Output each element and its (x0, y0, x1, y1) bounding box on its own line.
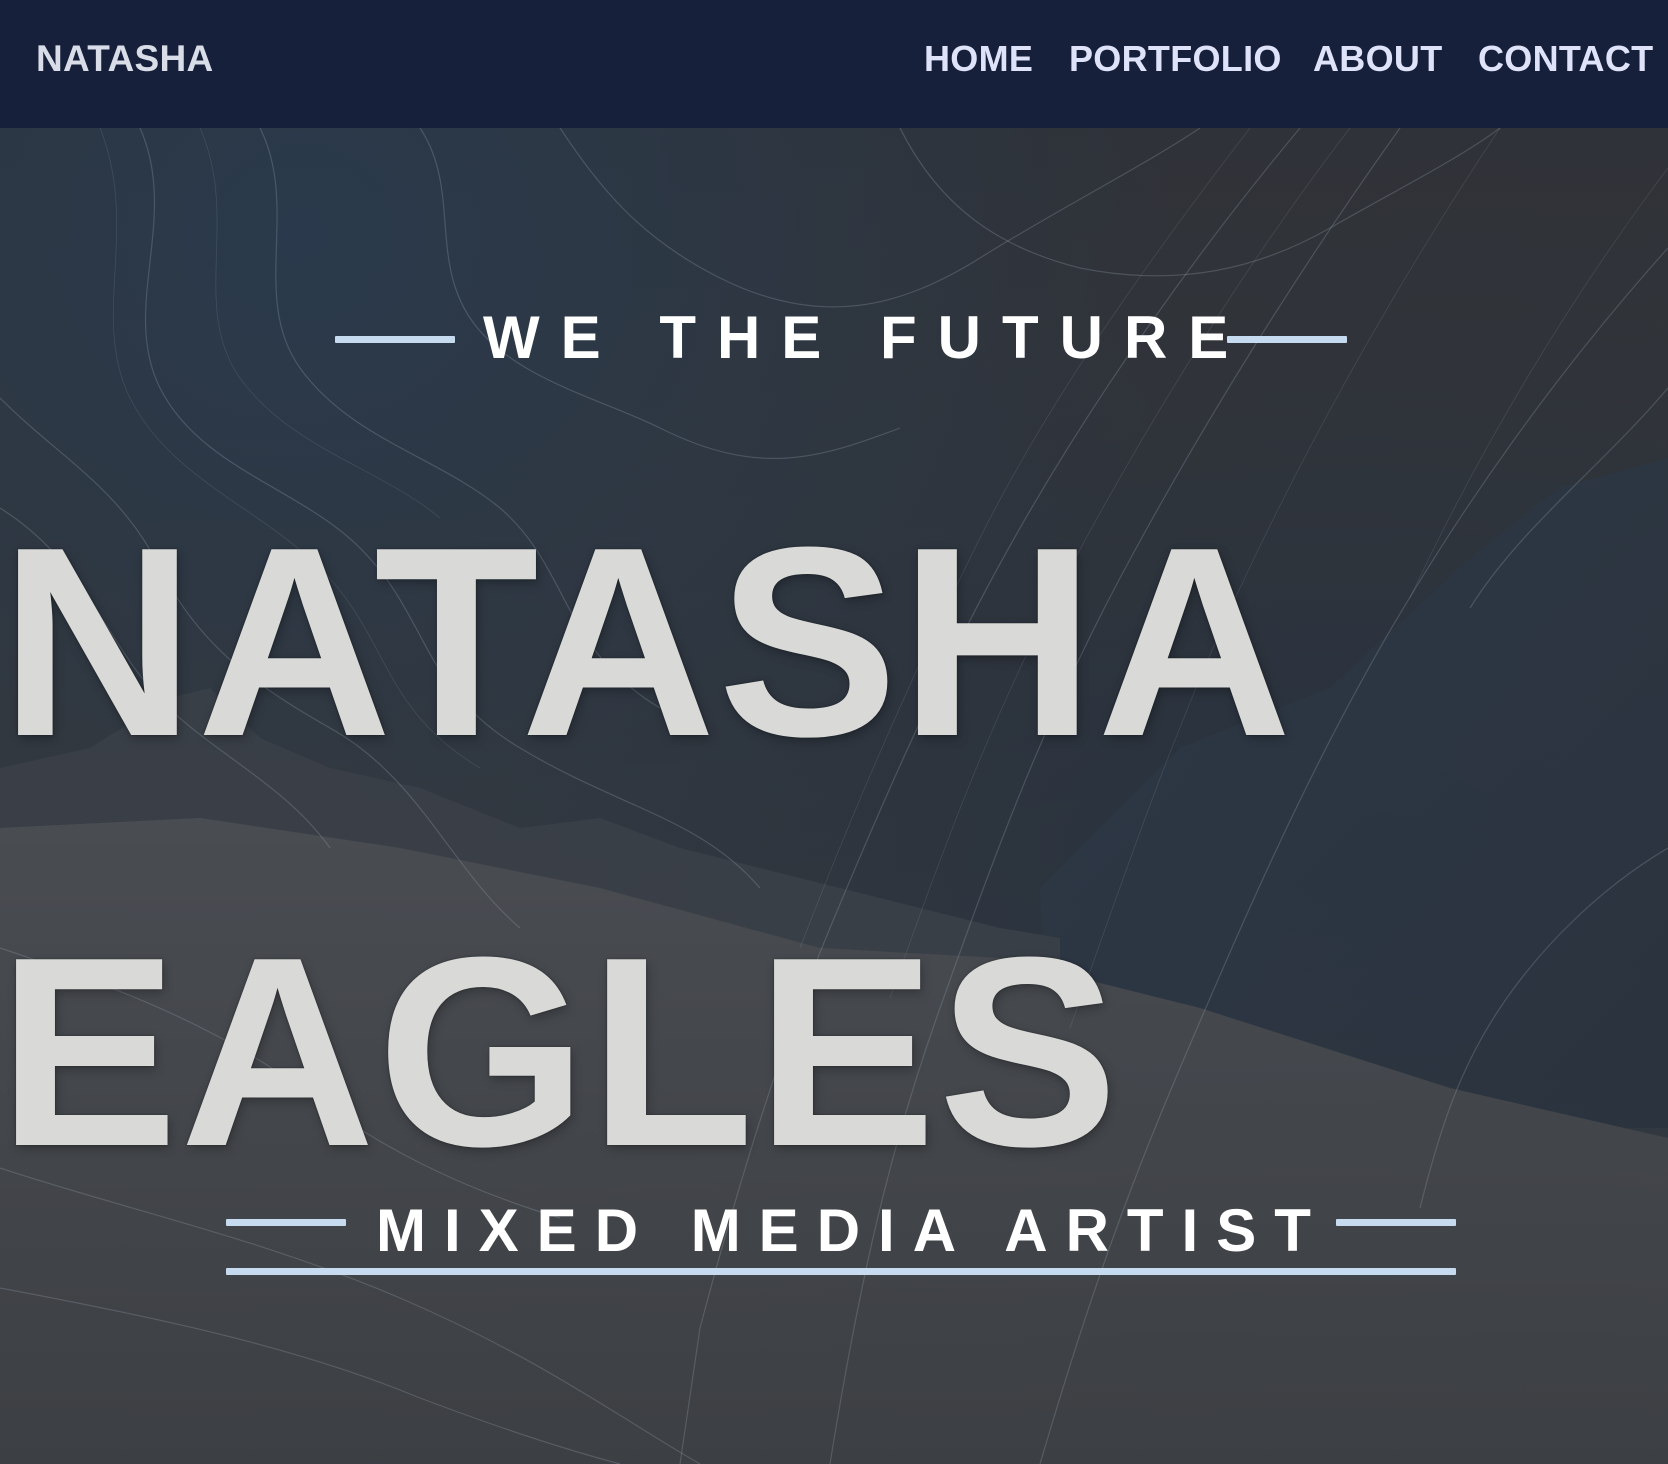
subtitle-underline (226, 1268, 1456, 1275)
tagline: WE THE FUTURE (483, 304, 1250, 371)
subtitle: MIXED MEDIA ARTIST (376, 1197, 1329, 1264)
hero-name-first: NATASHA (0, 492, 1294, 793)
nav-link-portfolio[interactable]: PORTFOLIO (1069, 38, 1282, 80)
tagline-left-rule (335, 336, 455, 343)
subtitle-right-rule (1336, 1219, 1456, 1226)
tagline-right-rule (1227, 336, 1347, 343)
hero-section: WE THE FUTURE NATASHA EAGLES MIXED MEDIA… (0, 128, 1668, 1464)
main-nav: HOME PORTFOLIO ABOUT CONTACT (0, 38, 1668, 82)
top-navbar: NATASHA HOME PORTFOLIO ABOUT CONTACT (0, 0, 1668, 128)
tagline-row: WE THE FUTURE (0, 303, 1668, 373)
hero-name-last: EAGLES (0, 902, 1121, 1203)
nav-link-home[interactable]: HOME (924, 38, 1033, 80)
subtitle-row: MIXED MEDIA ARTIST (0, 1196, 1668, 1275)
nav-link-about[interactable]: ABOUT (1313, 38, 1443, 80)
nav-link-contact[interactable]: CONTACT (1478, 38, 1653, 80)
subtitle-left-rule (226, 1219, 346, 1226)
